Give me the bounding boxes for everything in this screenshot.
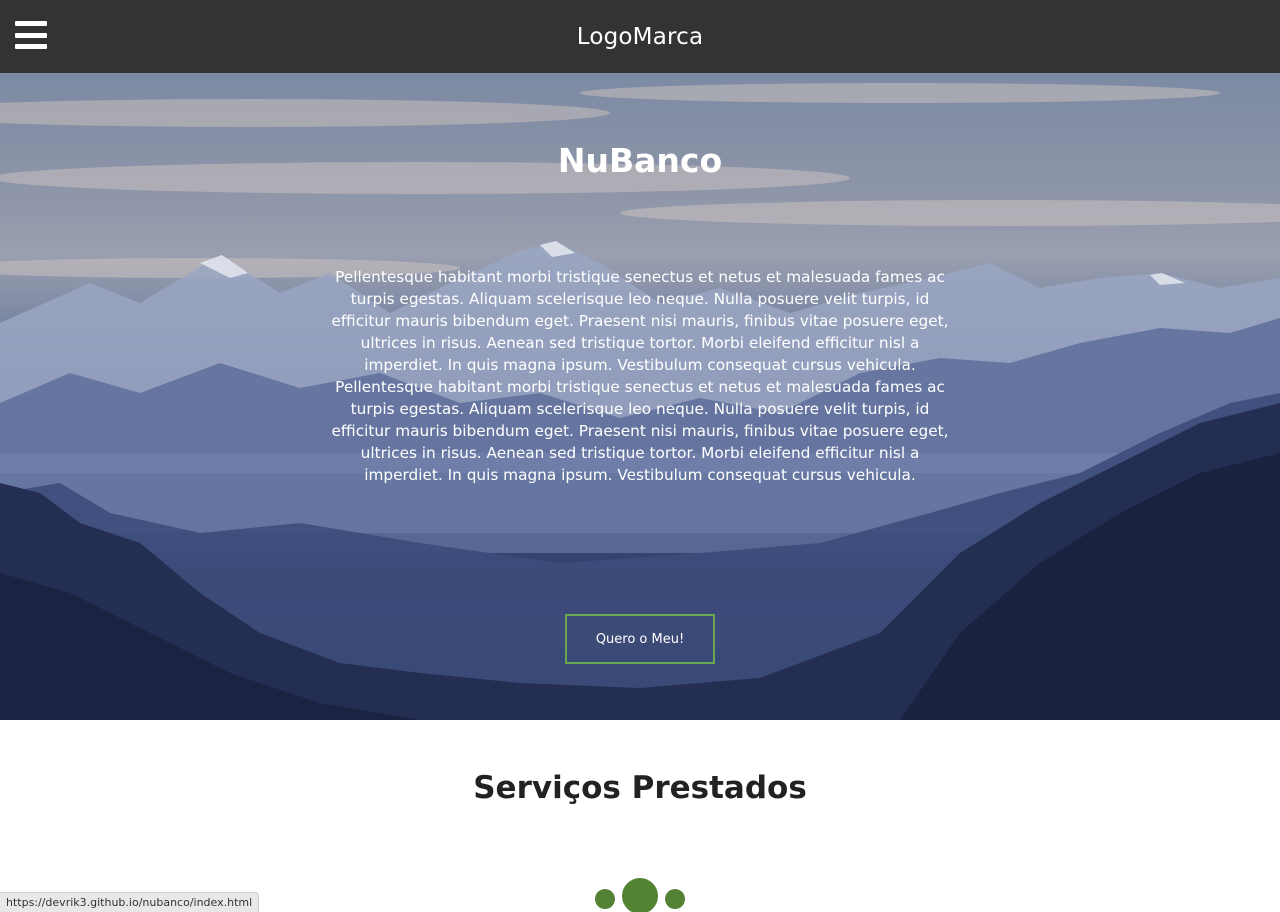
hamburger-menu-icon[interactable] bbox=[15, 21, 47, 49]
link-status-bar: https://devrik3.github.io/nubanco/index.… bbox=[0, 892, 260, 912]
top-navbar: LogoMarca bbox=[0, 0, 1280, 73]
hero-title: NuBanco bbox=[557, 141, 723, 180]
loading-dot-right bbox=[665, 889, 685, 909]
services-section-title: Serviços Prestados bbox=[473, 770, 807, 806]
loading-dot-center bbox=[622, 878, 658, 912]
loading-dot-left bbox=[595, 889, 615, 909]
logo-text[interactable]: LogoMarca bbox=[577, 24, 704, 50]
quero-o-meu-button[interactable]: Quero o Meu! bbox=[565, 614, 715, 664]
hero-description: Pellentesque habitant morbi tristique se… bbox=[331, 268, 949, 484]
hero-section: NuBanco Pellentesque habitant morbi tris… bbox=[0, 73, 1280, 720]
